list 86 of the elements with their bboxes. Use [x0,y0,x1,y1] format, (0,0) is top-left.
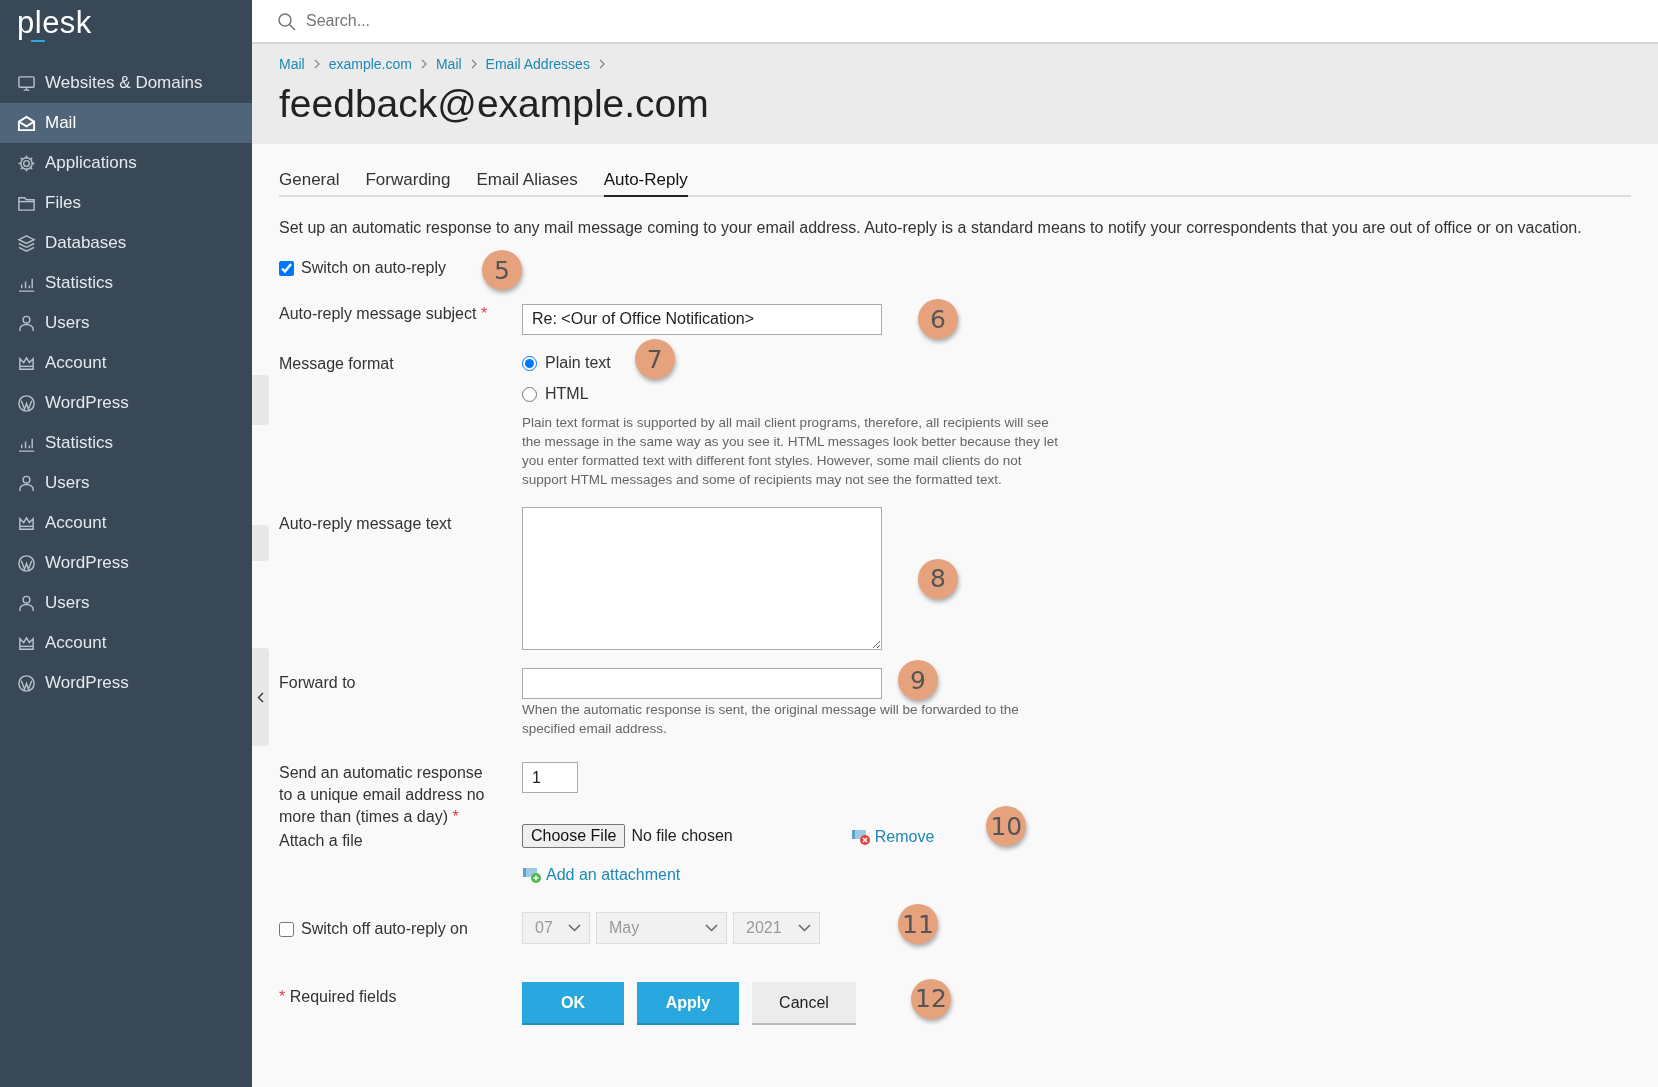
tab[interactable]: Email Aliases [476,166,578,197]
crown-icon [17,513,36,533]
crown-icon [17,633,36,653]
person-icon [17,473,36,493]
sidebar-item[interactable]: Account [0,343,252,383]
chevron-right-icon [312,59,321,69]
page-title: feedback@example.com [279,82,710,126]
crown-icon [17,353,36,373]
callout-badge: 5 [481,250,522,290]
callout-badge: 12 [911,978,951,1019]
sidebar-item[interactable]: Users [0,583,252,623]
breadcrumb-link[interactable]: Mail [435,56,462,72]
checkbox[interactable] [279,260,294,276]
add-attachment-link[interactable]: Add an attachment [522,866,681,884]
sidebar-item[interactable]: WordPress [0,543,252,583]
required-note: * Required fields [279,987,398,1007]
tab[interactable]: Forwarding [365,166,451,197]
remove-link[interactable]: Remove [850,828,935,846]
subject-field[interactable]: Re: <Our of Office Notification> [522,303,882,335]
chevron-right-icon [597,59,606,69]
sidebar-item[interactable]: Users [0,303,252,343]
round-emblem-icon [17,673,36,693]
chevron-right-icon [419,59,428,69]
add-attachment-icon [522,866,542,884]
search-field[interactable]: Search... [304,11,708,31]
callout-badge: 11 [898,904,938,944]
sidebar-item[interactable]: Databases [0,223,252,263]
callout-badge: 10 [986,806,1027,846]
breadcrumb-link[interactable]: Mail [279,56,305,72]
field-label: Auto-reply message subject * [279,304,489,324]
caret-icon [798,924,811,932]
sidebar-item[interactable]: Mail [0,103,252,143]
callout-badge: 7 [634,339,675,379]
person-icon [17,593,36,613]
collapse-handle[interactable] [252,648,269,746]
monitor-icon [17,73,36,93]
search-icon [277,11,296,31]
radio-label: HTML [545,385,589,403]
sidebar-item[interactable]: WordPress [0,663,252,703]
radio-label: Plain text [545,354,611,372]
caret-icon [568,924,581,932]
gear-icon [17,153,36,173]
field-label: Forward to [279,673,357,693]
intro-text: Set up an automatic response to any mail message coming to your email address. Auto-reply is a standard means to notify your correspondents that you are out of office or on vacation. [279,219,1583,237]
callout-badge: 6 [918,299,958,339]
caret-icon [705,924,718,932]
chevron-left-icon [257,691,264,703]
callout-badge: 8 [918,558,958,599]
collapse-handle[interactable] [252,375,269,425]
sidebar-item[interactable]: Files [0,183,252,223]
radio-button[interactable] [522,386,537,402]
sidebar-item[interactable]: Account [0,503,252,543]
sidebar-item[interactable]: Websites & Domains [0,63,252,103]
sidebar-item[interactable]: Account [0,623,252,663]
person-icon [17,313,36,333]
callout-badge: 9 [898,660,938,700]
forward-to-field[interactable] [522,667,882,699]
field-label: Message format [279,354,395,374]
checkbox-label: Switch on auto-reply [301,259,446,277]
radio-button[interactable] [522,355,537,371]
round-emblem-icon [17,553,36,573]
file-status: No file chosen [631,827,733,845]
tab[interactable]: General [279,166,340,197]
frequency-field[interactable]: 1 [522,762,578,793]
tab[interactable]: Auto-Reply [603,166,688,197]
sidebar-item[interactable]: Statistics [0,423,252,463]
checkbox-label: Switch off auto-reply on [301,920,468,938]
field-label: Attach a file [279,831,364,851]
layers-icon [17,233,36,253]
collapse-handle[interactable] [252,525,269,561]
logo: plesk [17,4,92,42]
chevron-right-icon [469,59,478,69]
sidebar-item[interactable]: Statistics [0,263,252,303]
format-hint: Plain text format is supported by all mail client programs, therefore, all recipients will see the message in the same way as you see it. HTML messages look better because they let you enter formatted text with different font styles. However, some mail clients do not support HTML messages and some of recipients may not see the formatted text. [522,414,1060,489]
choose-file-button[interactable]: Choose File [522,824,626,848]
round-emblem-icon [17,393,36,413]
envelope-icon [17,113,36,133]
breadcrumb-link[interactable]: Email Addresses [485,56,590,72]
field-label: Send an automatic response to a unique email address no more than (times a day) * [279,763,486,827]
sidebar-item[interactable]: WordPress [0,383,252,423]
sidebar-item[interactable]: Applications [0,143,252,183]
cancel-button[interactable]: Cancel [752,982,856,1025]
remove-attachment-icon [850,828,871,846]
forward-hint: When the automatic response is sent, the original message will be forwarded to the specified email address. [522,701,1020,738]
field-label: Auto-reply message text [279,514,453,534]
sidebar-item[interactable]: Users [0,463,252,503]
